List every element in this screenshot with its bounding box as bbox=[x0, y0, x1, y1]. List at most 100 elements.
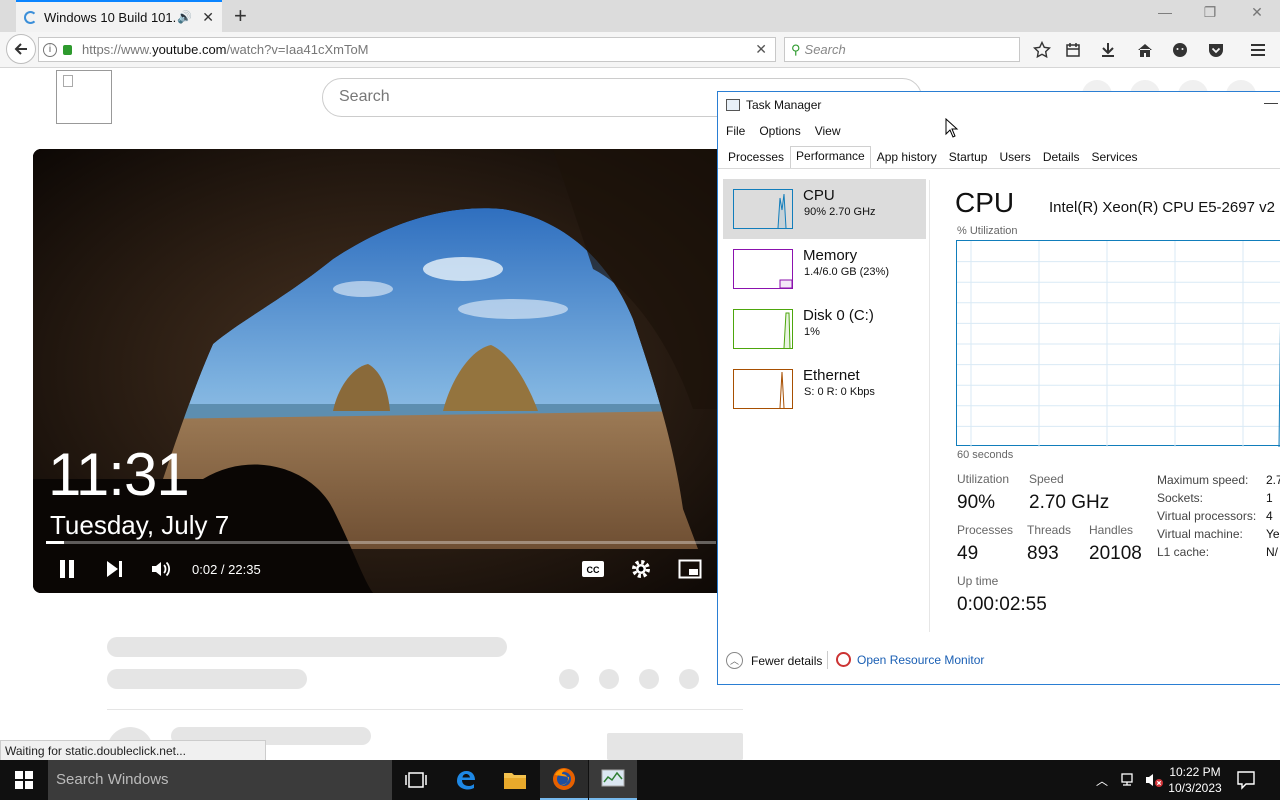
threads-label: Threads bbox=[1027, 523, 1072, 537]
cpu-model: Intel(R) Xeon(R) CPU E5-2697 v2 bbox=[1049, 199, 1275, 216]
action-placeholder bbox=[599, 669, 619, 689]
utilization-label: Utilization bbox=[957, 472, 1010, 486]
resource-name: Disk 0 (C:) bbox=[803, 307, 874, 324]
title-bar[interactable]: Task Manager bbox=[726, 98, 821, 112]
open-resource-monitor-label: Open Resource Monitor bbox=[857, 652, 985, 667]
cpu-thumbnail-graph bbox=[733, 189, 793, 229]
resource-name: CPU bbox=[803, 187, 835, 204]
task-view-button[interactable] bbox=[392, 760, 440, 800]
detail-key: Virtual processors: bbox=[1157, 509, 1257, 523]
browser-tab[interactable]: Windows 10 Build 101... 🔊 ✕ bbox=[16, 0, 222, 32]
minimize-icon[interactable]: — bbox=[1264, 94, 1278, 110]
next-video-button[interactable] bbox=[104, 555, 124, 583]
resource-memory[interactable]: Memory 1.4/6.0 GB (23%) bbox=[723, 239, 926, 299]
video-progress-bar[interactable] bbox=[46, 541, 716, 544]
tab-startup[interactable]: Startup bbox=[943, 146, 994, 169]
show-hidden-icons-chevron-icon[interactable]: ︿ bbox=[1096, 772, 1110, 789]
detail-value: 4 bbox=[1266, 509, 1273, 523]
minimize-window-icon[interactable]: — bbox=[1155, 4, 1175, 20]
mouse-cursor-icon bbox=[945, 118, 959, 138]
cpu-heading: CPU bbox=[955, 187, 1015, 218]
menu-hamburger-icon[interactable] bbox=[1248, 40, 1268, 60]
settings-button[interactable] bbox=[630, 555, 652, 583]
hello-chat-icon[interactable] bbox=[1170, 40, 1190, 60]
skip-next-icon bbox=[107, 561, 122, 577]
resource-name: Ethernet bbox=[803, 367, 860, 384]
tab-services[interactable]: Services bbox=[1086, 146, 1144, 169]
video-progress-fill bbox=[46, 541, 64, 544]
footer-divider bbox=[827, 651, 828, 669]
close-tab-icon[interactable]: ✕ bbox=[202, 9, 214, 26]
video-controls: 0:02 / 22:35 CC bbox=[46, 555, 716, 583]
taskbar-search-box[interactable]: Search Windows bbox=[48, 760, 392, 800]
broken-logo-image[interactable] bbox=[56, 70, 112, 124]
resource-ethernet[interactable]: Ethernet S: 0 R: 0 Kbps bbox=[723, 359, 926, 419]
back-button[interactable] bbox=[6, 34, 36, 64]
close-window-icon[interactable]: ✕ bbox=[1247, 4, 1267, 21]
lock-icon[interactable] bbox=[63, 44, 72, 55]
threads-value: 893 bbox=[1027, 543, 1059, 564]
tab-processes[interactable]: Processes bbox=[722, 146, 790, 169]
broken-image-icon bbox=[63, 75, 73, 87]
info-icon[interactable]: i bbox=[43, 42, 57, 57]
graph-timespan-label: 60 seconds bbox=[957, 449, 1014, 461]
resource-disk[interactable]: Disk 0 (C:) 1% bbox=[723, 299, 926, 359]
file-explorer-button[interactable] bbox=[491, 760, 539, 800]
tab-divider bbox=[718, 168, 1280, 169]
taskbar-date: 10/3/2023 bbox=[1168, 781, 1222, 795]
tab-row: Processes Performance App history Startu… bbox=[722, 146, 1144, 169]
gear-icon bbox=[632, 560, 650, 578]
handles-label: Handles bbox=[1089, 523, 1134, 537]
lockscreen-date-text: Tuesday, July 7 bbox=[50, 510, 230, 540]
stop-icon[interactable]: ✕ bbox=[755, 41, 767, 58]
system-tray: ︿ bbox=[1096, 760, 1166, 800]
network-icon[interactable] bbox=[1120, 772, 1138, 788]
miniplayer-button[interactable] bbox=[678, 555, 702, 583]
menu-file[interactable]: File bbox=[726, 124, 745, 138]
address-bar[interactable]: i https://www.youtube.com/watch?v=Iaa41c… bbox=[38, 37, 776, 62]
tab-users[interactable]: Users bbox=[993, 146, 1036, 169]
restore-window-icon[interactable]: ❐ bbox=[1200, 4, 1220, 21]
panel-divider bbox=[929, 180, 930, 632]
taskbar-clock[interactable]: 10:22 PM 10/3/2023 bbox=[1163, 764, 1227, 796]
mute-button[interactable] bbox=[150, 555, 172, 583]
detail-value: 1 bbox=[1266, 491, 1273, 505]
tab-performance[interactable]: Performance bbox=[790, 146, 871, 169]
fewer-details-button[interactable]: ︿ Fewer details bbox=[726, 652, 822, 669]
task-manager-window[interactable]: Task Manager — File Options View Process… bbox=[717, 91, 1280, 685]
disk-thumbnail-graph bbox=[733, 309, 793, 349]
action-placeholder bbox=[639, 669, 659, 689]
task-manager-taskbar-button[interactable] bbox=[589, 760, 637, 800]
resource-cpu[interactable]: CPU 90% 2.70 GHz bbox=[723, 179, 926, 239]
detail-key: L1 cache: bbox=[1157, 545, 1210, 559]
folder-icon bbox=[504, 773, 526, 789]
reading-list-icon[interactable] bbox=[1063, 40, 1083, 60]
edge-icon bbox=[457, 771, 475, 790]
tab-details[interactable]: Details bbox=[1037, 146, 1086, 169]
menu-view[interactable]: View bbox=[815, 124, 841, 138]
browser-search-box[interactable]: ⚲ Search bbox=[784, 37, 1020, 62]
speaker-icon[interactable]: 🔊 bbox=[177, 10, 192, 24]
edge-button[interactable] bbox=[442, 760, 490, 800]
url-path: /watch?v=Iaa41cXmToM bbox=[226, 42, 369, 57]
captions-button[interactable]: CC bbox=[581, 555, 605, 583]
bookmark-star-icon[interactable] bbox=[1032, 40, 1052, 60]
firefox-button[interactable] bbox=[540, 760, 588, 800]
start-button[interactable] bbox=[0, 760, 48, 800]
tab-app-history[interactable]: App history bbox=[871, 146, 943, 169]
download-icon[interactable] bbox=[1098, 40, 1118, 60]
resource-name: Memory bbox=[803, 247, 858, 264]
pause-button[interactable] bbox=[58, 555, 76, 583]
new-tab-button[interactable]: + bbox=[234, 3, 247, 29]
pocket-icon[interactable] bbox=[1206, 40, 1226, 60]
menu-options[interactable]: Options bbox=[759, 124, 800, 138]
utilization-axis-label: % Utilization bbox=[957, 225, 1018, 237]
menu-bar: File Options View bbox=[726, 124, 855, 138]
browser-status-text: Waiting for static.doubleclick.net... bbox=[0, 740, 266, 761]
detail-value: 2.7 bbox=[1266, 473, 1280, 487]
resource-sub: 1% bbox=[804, 326, 820, 338]
cpu-utilization-graph bbox=[956, 240, 1280, 447]
action-center-button[interactable] bbox=[1236, 770, 1256, 790]
open-resource-monitor-link[interactable]: Open Resource Monitor bbox=[836, 652, 984, 667]
home-icon[interactable] bbox=[1135, 40, 1155, 60]
